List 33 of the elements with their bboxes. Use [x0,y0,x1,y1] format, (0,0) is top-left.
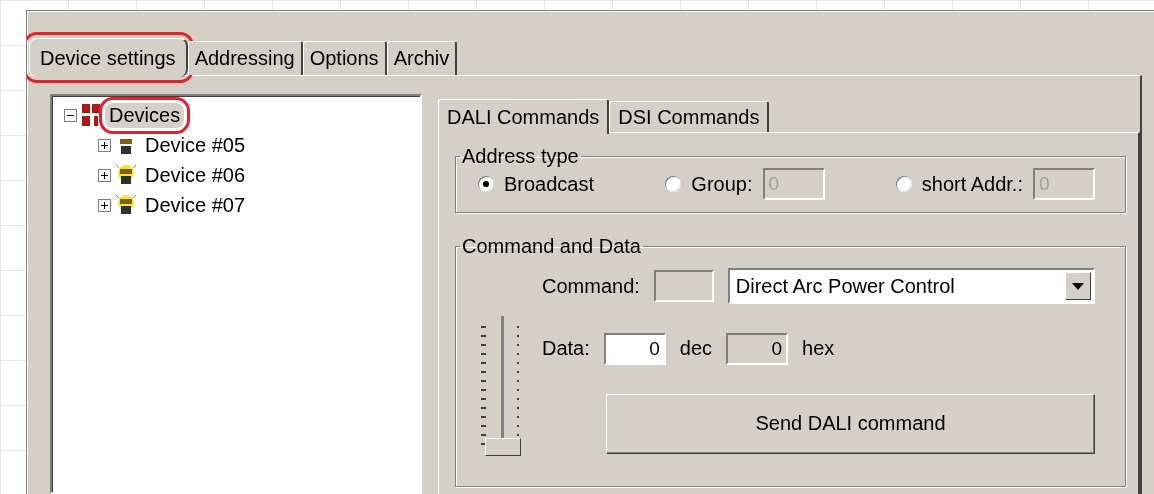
expand-icon[interactable] [98,198,111,212]
vertical-slider[interactable] [479,316,519,456]
tab[interactable]: DSI Commands [609,101,770,132]
lamp-icon [115,164,137,186]
send-button[interactable]: Send DALI command [606,393,1095,454]
collapse-icon[interactable] [64,108,77,122]
radio-label: short Addr.: [921,172,1023,196]
radio-label: Group: [691,172,753,196]
unit-label: dec [679,337,713,360]
tree-item[interactable]: Device #05 [141,132,250,158]
data-label: Data: [542,337,590,360]
command-label: Command: [542,274,640,298]
slider-thumb[interactable] [485,438,521,456]
expand-icon[interactable] [98,138,111,152]
tab[interactable]: Archiv [386,41,458,75]
input-field[interactable]: 0 [603,332,666,365]
radio-button[interactable] [478,176,494,192]
radio-label: Broadcast [504,172,595,196]
logo-icon [81,102,101,128]
dropdown-value: Direct Arc Power Control [735,274,955,298]
command-dropdown[interactable]: Direct Arc Power Control [727,268,1095,304]
radio-button[interactable] [665,176,682,192]
expand-icon[interactable] [98,168,111,182]
tab[interactable]: Addressing [187,41,303,75]
lamp-icon [115,194,137,216]
tab[interactable]: DALI Commands [438,99,610,134]
group-title: Address type [461,145,580,168]
tree-item[interactable]: Device #06 [141,162,250,188]
radio-button[interactable] [895,176,912,192]
group-title: Command and Data [461,235,642,258]
tree-item[interactable]: Device #07 [141,192,250,218]
unit-label: hex [802,337,835,360]
tab[interactable]: Options [302,41,387,75]
